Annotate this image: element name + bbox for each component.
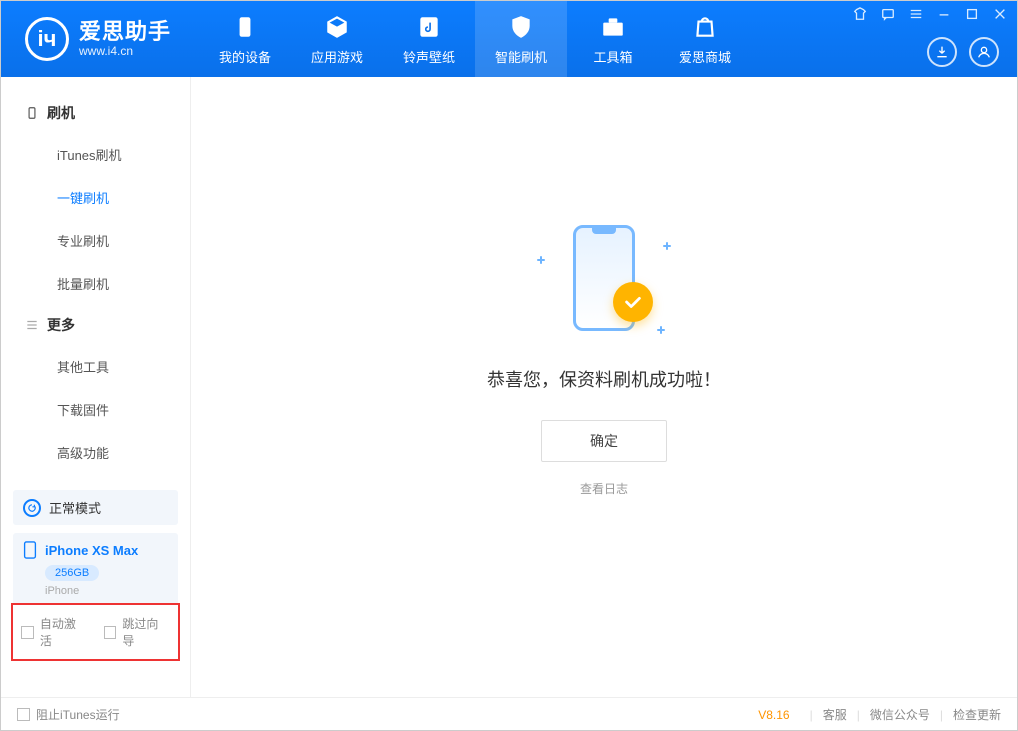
group-flash: 刷机 [1, 93, 190, 133]
checkbox-icon [104, 626, 117, 639]
nav-label: 工具箱 [594, 47, 633, 66]
group-label: 更多 [47, 315, 75, 335]
nav-label: 应用游戏 [311, 47, 363, 66]
maximize-icon[interactable] [965, 7, 979, 24]
device-name: iPhone XS Max [45, 543, 138, 558]
feedback-icon[interactable] [881, 7, 895, 24]
nav-store[interactable]: 爱思商城 [659, 1, 751, 77]
device-info[interactable]: iPhone XS Max 256GB iPhone [13, 533, 178, 605]
brand-title: 爱思助手 [79, 20, 171, 44]
window-controls [853, 7, 1007, 24]
skin-icon[interactable] [853, 7, 867, 24]
sidebar-other-tools[interactable]: 其他工具 [1, 345, 190, 388]
sidebar: 刷机 iTunes刷机 一键刷机 专业刷机 批量刷机 更多 其他工具 下载固件 … [1, 77, 191, 697]
user-button[interactable] [969, 37, 999, 67]
nav-ringtone[interactable]: 铃声壁纸 [383, 1, 475, 77]
device-mode-row[interactable]: 正常模式 [13, 490, 178, 525]
nav-flash[interactable]: 智能刷机 [475, 1, 567, 77]
group-label: 刷机 [47, 103, 75, 123]
nav-label: 铃声壁纸 [403, 47, 455, 66]
sidebar-itunes-flash[interactable]: iTunes刷机 [1, 133, 190, 176]
logo-icon: iч [25, 17, 69, 61]
checkbox-label: 自动激活 [40, 615, 88, 649]
device-icon [231, 13, 259, 41]
mode-label: 正常模式 [49, 498, 101, 517]
minimize-icon[interactable] [937, 7, 951, 24]
checkbox-block-itunes[interactable]: 阻止iTunes运行 [17, 706, 120, 723]
list-icon [25, 318, 39, 332]
close-icon[interactable] [993, 7, 1007, 24]
checkbox-label: 跳过向导 [122, 615, 170, 649]
sidebar-one-click-flash[interactable]: 一键刷机 [1, 176, 190, 219]
main-content: 恭喜您，保资料刷机成功啦！ 确定 查看日志 [191, 77, 1017, 697]
bag-icon [691, 13, 719, 41]
storage-badge: 256GB [45, 565, 99, 581]
brand-logo: iч 爱思助手 www.i4.cn [1, 17, 191, 61]
success-illustration [529, 218, 679, 338]
status-bar: 阻止iTunes运行 V8.16 | 客服 | 微信公众号 | 检查更新 [1, 697, 1017, 731]
checkbox-icon [21, 626, 34, 639]
download-button[interactable] [927, 37, 957, 67]
brand-subtitle: www.i4.cn [79, 45, 171, 58]
phone-small-icon [25, 106, 39, 120]
toolbox-icon [599, 13, 627, 41]
nav-my-device[interactable]: 我的设备 [199, 1, 291, 77]
wechat-link[interactable]: 微信公众号 [870, 706, 930, 723]
nav-label: 爱思商城 [679, 47, 731, 66]
sparkle-icon [663, 242, 671, 250]
nav-apps[interactable]: 应用游戏 [291, 1, 383, 77]
checkbox-skip-guide[interactable]: 跳过向导 [104, 615, 171, 649]
nav-label: 我的设备 [219, 47, 271, 66]
music-icon [415, 13, 443, 41]
nav-label: 智能刷机 [495, 47, 547, 66]
sidebar-pro-flash[interactable]: 专业刷机 [1, 219, 190, 262]
checkbox-label: 阻止iTunes运行 [36, 706, 120, 723]
menu-icon[interactable] [909, 7, 923, 24]
top-nav: 我的设备 应用游戏 铃声壁纸 智能刷机 工具箱 爱思商城 [199, 1, 751, 77]
cube-icon [323, 13, 351, 41]
title-bar: iч 爱思助手 www.i4.cn 我的设备 应用游戏 铃声壁纸 智能刷机 工具… [1, 1, 1017, 77]
nav-toolbox[interactable]: 工具箱 [567, 1, 659, 77]
checkbox-icon [17, 708, 30, 721]
view-log-link[interactable]: 查看日志 [580, 480, 628, 497]
support-link[interactable]: 客服 [823, 706, 847, 723]
check-update-link[interactable]: 检查更新 [953, 706, 1001, 723]
sidebar-batch-flash[interactable]: 批量刷机 [1, 262, 190, 305]
confirm-button[interactable]: 确定 [541, 420, 667, 462]
version-label: V8.16 [758, 708, 789, 722]
refresh-icon [23, 499, 41, 517]
check-badge-icon [613, 282, 653, 322]
checkbox-auto-activate[interactable]: 自动激活 [21, 615, 88, 649]
group-more: 更多 [1, 305, 190, 345]
sparkle-icon [537, 256, 545, 264]
sidebar-advanced[interactable]: 高级功能 [1, 431, 190, 474]
device-type: iPhone [45, 585, 168, 597]
flash-options-highlight: 自动激活 跳过向导 [11, 603, 180, 661]
sidebar-download-fw[interactable]: 下载固件 [1, 388, 190, 431]
success-message: 恭喜您，保资料刷机成功啦！ [487, 366, 721, 392]
phone-icon [23, 541, 37, 559]
shield-icon [507, 13, 535, 41]
sparkle-icon [657, 326, 665, 334]
